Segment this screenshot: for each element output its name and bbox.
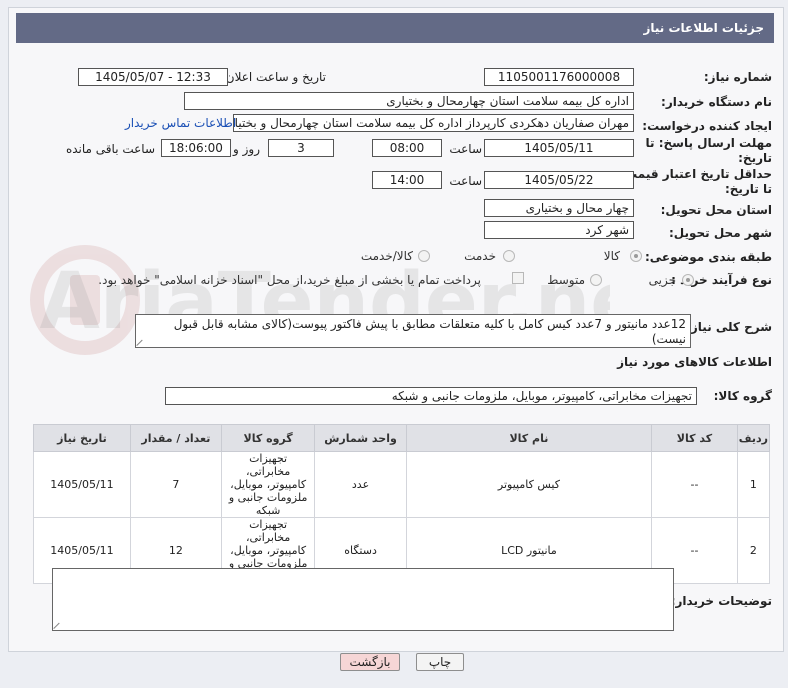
price-validity-label: حداقل تاریخ اعتبار قیمت: <box>620 167 772 181</box>
back-button[interactable]: بازگشت <box>340 653 400 671</box>
reply-deadline-date-field: 1405/05/11 <box>484 139 634 157</box>
reply-deadline-remaining-label: ساعت باقی مانده <box>65 142 155 156</box>
price-validity-label-2: تا تاریخ: <box>724 182 772 196</box>
items-table: ردیف کد کالا نام کالا واحد شمارش گروه کا… <box>33 424 771 584</box>
need-number-label: شماره نیاز: <box>703 70 772 84</box>
reply-deadline-label-2: تاریخ: <box>738 151 772 165</box>
reply-deadline-days-label: روز و <box>233 142 260 156</box>
need-number-field: 1105001176000008 <box>484 68 634 86</box>
purchase-radio-medium[interactable] <box>590 274 602 286</box>
requester-label: ایجاد کننده درخواست: <box>642 119 772 133</box>
resize-grip-icon[interactable] <box>137 338 145 346</box>
category-option-service: خدمت <box>464 249 496 263</box>
cell-code: -- <box>651 451 738 518</box>
purchase-radio-minor[interactable] <box>682 274 694 286</box>
reply-deadline-remaining-field: 18:06:00 <box>161 139 231 157</box>
col-date: تاریخ نیاز <box>33 424 131 452</box>
col-name: نام کالا <box>405 424 653 452</box>
announce-datetime-field: 1405/05/07 - 12:33 <box>78 68 228 86</box>
delivery-city-field: شهر کرد <box>484 221 634 239</box>
buyer-org-field: اداره کل بیمه سلامت استان چهارمحال و بخت… <box>184 92 634 110</box>
delivery-province-field: چهار محال و بختیاری <box>484 199 634 217</box>
cell-row: 1 <box>736 451 771 518</box>
items-table-header: ردیف کد کالا نام کالا واحد شمارش گروه کا… <box>33 424 771 452</box>
cell-name: کیس کامپیوتر <box>405 451 653 518</box>
cell-unit: عدد <box>314 451 407 518</box>
category-option-goods: کالا <box>603 249 620 263</box>
col-code: کد کالا <box>651 424 738 452</box>
description-text: 12عدد مانیتور و 7عدد کیس کامل با کلیه مت… <box>173 317 686 346</box>
buyer-notes-label: توضیحات خریدار: <box>670 594 772 608</box>
col-group: گروه کالا <box>220 424 316 452</box>
price-validity-time-label: ساعت <box>449 174 482 188</box>
delivery-province-label: استان محل تحویل: <box>660 203 772 217</box>
goods-group-label: گروه کالا: <box>713 389 772 403</box>
col-unit: واحد شمارش <box>314 424 407 452</box>
cell-group: تجهیزات مخابراتی، کامپیوتر، موبایل، ملزو… <box>220 451 316 518</box>
treasury-payment-note: پرداخت تمام یا بخشی از مبلغ خرید،از محل … <box>98 273 481 287</box>
delivery-city-label: شهر محل تحویل: <box>668 226 772 240</box>
page-title: جزئیات اطلاعات نیاز <box>643 21 764 35</box>
cell-qty: 7 <box>129 451 222 518</box>
description-label: شرح کلی نیاز: <box>686 320 772 334</box>
category-label: طبقه بندی موضوعی: <box>644 250 772 264</box>
page-header: جزئیات اطلاعات نیاز <box>16 13 774 43</box>
purchase-option-minor: جزیی <box>648 273 676 287</box>
items-section-title: اطلاعات کالاهای مورد نیاز <box>617 355 772 369</box>
cell-row: 2 <box>736 517 771 584</box>
buyer-notes-textarea[interactable] <box>52 568 674 631</box>
treasury-payment-checkbox[interactable] <box>512 272 524 284</box>
category-radio-goods[interactable] <box>630 250 642 262</box>
table-row: 1 -- کیس کامپیوتر عدد تجهیزات مخابراتی، … <box>33 451 771 518</box>
category-option-goods-service: کالا/خدمت <box>360 249 413 263</box>
print-button[interactable]: چاپ <box>416 653 464 671</box>
reply-deadline-time-label: ساعت <box>449 142 482 156</box>
resize-grip-icon[interactable] <box>54 621 62 629</box>
buyer-org-label: نام دستگاه خریدار: <box>661 95 772 109</box>
category-radio-service[interactable] <box>503 250 515 262</box>
col-qty: تعداد / مقدار <box>129 424 222 452</box>
description-textarea[interactable]: 12عدد مانیتور و 7عدد کیس کامل با کلیه مت… <box>135 314 691 348</box>
goods-group-field: تجهیزات مخابراتی، کامپیوتر، موبایل، ملزو… <box>165 387 697 405</box>
reply-deadline-days-field: 3 <box>268 139 334 157</box>
buyer-contact-link[interactable]: اطلاعات تماس خریدار <box>125 116 236 130</box>
price-validity-date-field: 1405/05/22 <box>484 171 634 189</box>
reply-deadline-label: مهلت ارسال پاسخ: تا <box>645 136 773 150</box>
requester-field: مهران صفاریان دهکردی کارپرداز اداره کل ب… <box>233 114 634 132</box>
purchase-option-medium: متوسط <box>547 273 585 287</box>
cell-date: 1405/05/11 <box>33 451 131 518</box>
reply-deadline-time-field: 08:00 <box>372 139 442 157</box>
col-row: ردیف <box>736 424 771 452</box>
price-validity-time-field: 14:00 <box>372 171 442 189</box>
category-radio-goods-service[interactable] <box>418 250 430 262</box>
